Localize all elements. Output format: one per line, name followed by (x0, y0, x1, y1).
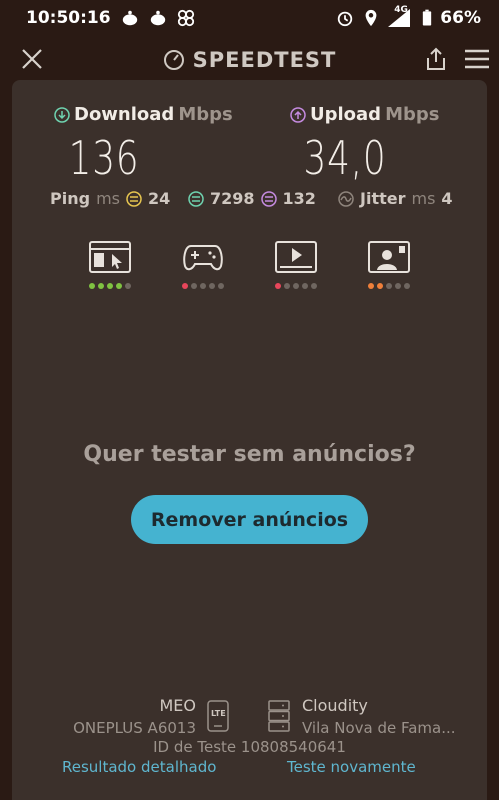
download-arrow-icon (54, 106, 70, 123)
speedometer-icon (163, 50, 184, 70)
gamepad-icon (183, 245, 223, 271)
upload-arrow-icon (290, 106, 306, 123)
web-browsing-icon (89, 241, 131, 273)
network-type: 4G (394, 5, 408, 15)
quality-dots (86, 283, 134, 289)
video-play-icon (275, 241, 317, 273)
signal-icon: 4G (388, 5, 414, 27)
server-info: Cloudity Vila Nova de Fama... (302, 696, 456, 737)
status-bar: 10:50:16 4G 66% (0, 0, 499, 36)
ping-value: 24 (147, 189, 171, 208)
status-time: 10:50:16 (26, 8, 111, 28)
isp-name: MEO (159, 696, 196, 715)
server-icon (268, 700, 290, 732)
jitter-label: Jitter (360, 189, 406, 208)
server-location: Vila Nova de Fama... (302, 719, 456, 737)
pinwheel-icon (177, 9, 194, 27)
test-again-link[interactable]: Teste novamente (287, 758, 416, 776)
ping-label: Ping (50, 189, 91, 208)
ping-upload-value: 132 (282, 189, 316, 208)
quality-dots (365, 283, 413, 289)
video-call-icon (368, 241, 410, 273)
share-icon[interactable] (423, 46, 449, 72)
jitter-icon (338, 190, 354, 207)
notification-icon (122, 10, 137, 26)
quality-gaming[interactable] (179, 240, 227, 289)
ping-metric: Ping ms 24 (50, 189, 170, 208)
test-id: ID de Teste 10808540641 (153, 738, 346, 756)
upload-label: Upload (310, 104, 382, 125)
upload-metric: Upload Mbps 34,0 (290, 104, 470, 185)
jitter-metric: Jitter ms 4 (338, 189, 453, 208)
provider-info: MEO ONEPLUS A6013 (73, 696, 196, 737)
jitter-value: 4 (441, 189, 453, 208)
upload-value: 34,0 (303, 131, 387, 185)
download-metric: Download Mbps 136 (54, 104, 234, 185)
ping-idle-icon (126, 190, 142, 207)
upload-unit: Mbps (385, 104, 440, 125)
quality-dots (272, 283, 320, 289)
quality-streaming[interactable] (272, 240, 320, 289)
download-value: 136 (68, 131, 140, 185)
menu-icon[interactable] (464, 48, 490, 70)
quality-browsing[interactable] (86, 240, 134, 289)
location-icon (365, 9, 377, 27)
alarm-icon (338, 11, 353, 27)
detailed-result-link[interactable]: Resultado detalhado (62, 758, 216, 776)
notification-icon (150, 10, 165, 26)
ping-download-value: 7298 (210, 189, 255, 208)
quality-video-call[interactable] (365, 240, 413, 289)
download-label: Download (74, 104, 175, 125)
ping-unit: ms (96, 189, 120, 208)
jitter-unit: ms (411, 189, 436, 208)
ping-download-icon (188, 190, 204, 207)
quality-dots (179, 283, 227, 289)
ping-download-metric: 7298 132 (188, 189, 316, 208)
results-card: Download Mbps 136 Upload Mbps 34,0 Ping … (12, 80, 487, 800)
battery-icon (423, 9, 432, 26)
device-name: ONEPLUS A6013 (73, 719, 196, 737)
download-unit: Mbps (178, 104, 233, 125)
lte-badge: LTE (211, 709, 226, 718)
app-bar: SPEEDTEST (0, 38, 499, 82)
ping-upload-icon (260, 190, 277, 207)
app-title-text: SPEEDTEST (192, 48, 337, 72)
server-name: Cloudity (302, 696, 368, 715)
promo-text: Quer testar sem anúncios? (83, 442, 416, 467)
remove-ads-button[interactable]: Remover anúncios (131, 495, 368, 544)
battery-percent: 66% (440, 8, 481, 28)
